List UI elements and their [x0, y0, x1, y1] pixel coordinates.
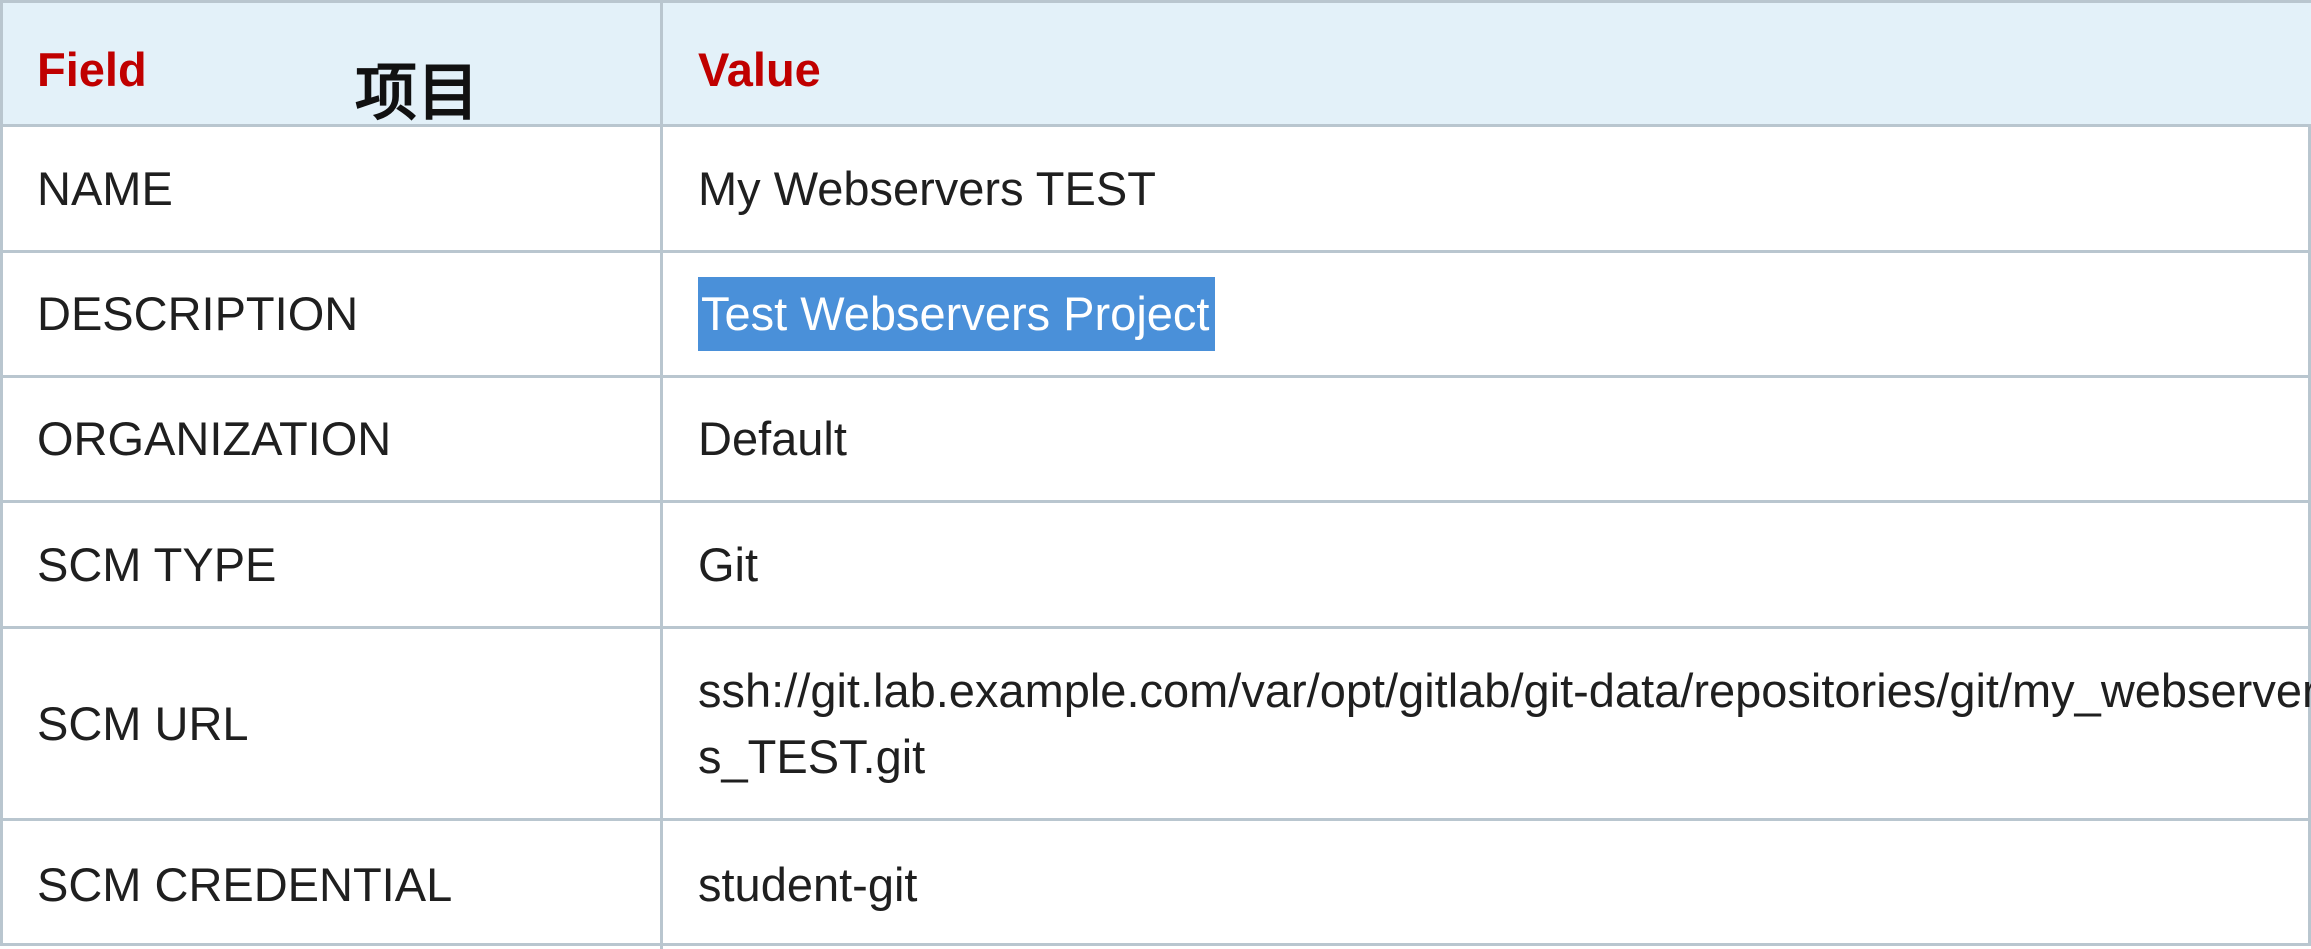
value-cell-organization[interactable]: Default	[663, 378, 2311, 503]
field-value-table: Field 项目 Value NAME My Webservers TEST D…	[0, 0, 2311, 949]
value-cell-scm-credential[interactable]: student-git	[663, 821, 2311, 949]
field-label: NAME	[37, 161, 173, 215]
field-cell-scm-url: SCM URL	[3, 629, 663, 821]
value-text[interactable]: My Webservers TEST	[698, 156, 1156, 222]
chinese-annotation: 项目	[355, 56, 480, 129]
value-text[interactable]: Git	[698, 532, 758, 598]
field-label: DESCRIPTION	[37, 287, 359, 340]
value-text[interactable]: ssh://git.lab.example.com/var/opt/gitlab…	[698, 658, 2311, 790]
value-text[interactable]: Default	[698, 406, 847, 472]
field-cell-description: DESCRIPTION	[3, 253, 663, 378]
field-cell-scm-type: SCM TYPE	[3, 503, 663, 629]
field-label: SCM CREDENTIAL	[37, 858, 453, 911]
field-label: SCM TYPE	[37, 537, 277, 591]
field-label: SCM URL	[37, 696, 249, 750]
selected-text[interactable]: Test Webservers Project	[698, 277, 1216, 351]
field-cell-scm-credential: SCM CREDENTIAL	[3, 821, 663, 949]
field-cell-organization: ORGANIZATION	[3, 378, 663, 503]
header-field: Field 项目	[3, 3, 663, 129]
value-text[interactable]: student-git	[698, 852, 917, 918]
value-cell-scm-url[interactable]: ssh://git.lab.example.com/var/opt/gitlab…	[663, 629, 2311, 821]
header-value: Value	[663, 3, 2311, 127]
value-cell-name[interactable]: My Webservers TEST	[663, 127, 2311, 253]
header-field-label: Field	[37, 43, 147, 96]
value-cell-scm-type[interactable]: Git	[663, 503, 2311, 629]
field-cell-name: NAME	[3, 127, 663, 253]
field-label: ORGANIZATION	[37, 412, 392, 465]
header-value-label: Value	[698, 43, 821, 96]
value-cell-description[interactable]: Test Webservers Project	[663, 253, 2311, 378]
